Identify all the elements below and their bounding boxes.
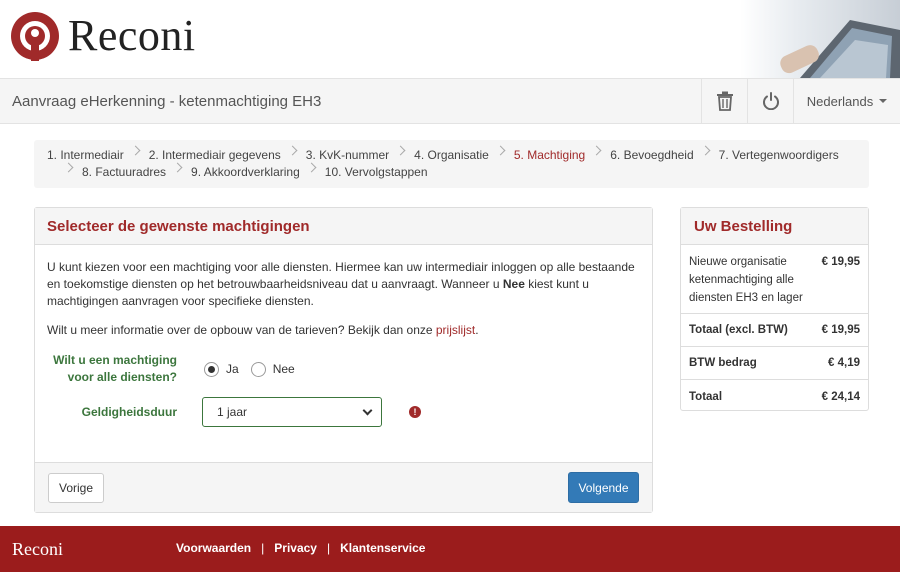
pricing-info-text: Wilt u meer informatie over de opbouw va… [47,323,479,337]
panel-body: U kunt kiezen voor een machtiging voor a… [35,245,652,339]
power-icon [762,92,779,110]
prijslijst-link[interactable]: prijslijst [436,323,475,337]
step-vervolgstappen: 10. Vervolgstappen [324,165,428,179]
previous-button[interactable]: Vorige [48,473,104,503]
machtiging-panel: Selecteer de gewenste machtigingen U kun… [34,207,653,513]
total-amount: € 24,14 [821,390,860,403]
subtotal-row: Totaal (excl. BTW) € 19,95 [681,314,868,347]
duration-select[interactable]: 1 jaar [202,397,382,427]
step-kvk-nummer[interactable]: 3. KvK-nummer [306,147,389,164]
top-header: Reconi [0,0,900,78]
all-services-label: Wilt u een machtiging voor alle diensten… [53,353,177,384]
order-item-description: Nieuwe organisatie ketenmachtiging alle … [689,256,803,304]
footer-separator: | [261,541,265,555]
language-label: Nederlands [806,93,874,109]
footer-link-voorwaarden[interactable]: Voorwaarden [176,541,251,555]
chevron-right-icon [130,145,141,156]
step-factuuradres: 8. Factuuradres [82,165,167,179]
vat-row: BTW bedrag € 4,19 [681,347,868,380]
radio-ja-label[interactable]: Ja [226,362,239,376]
header-photo [740,0,900,78]
footer-links: Voorwaarden | Privacy | Klantenservice [176,541,425,555]
page-title: Aanvraag eHerkenning - ketenmachtiging E… [12,93,322,110]
panel-footer: Vorige Volgende [35,462,652,512]
intro-text: U kunt kiezen voor een machtiging voor a… [47,260,635,308]
chevron-right-icon [591,145,602,156]
steps-row-2: 8. Factuuradres 9. Akkoordverklaring 10.… [47,162,859,181]
step-intermediair[interactable]: 1. Intermediair [47,147,124,164]
step-machtiging[interactable]: 5. Machtiging [514,147,585,164]
chevron-right-icon [306,162,317,173]
steps-row-1: 1. Intermediair 2. Intermediair gegevens… [47,145,859,164]
chevron-down-icon [362,405,373,415]
language-dropdown[interactable]: Nederlands [793,79,900,123]
step-intermediair-gegevens[interactable]: 2. Intermediair gegevens [149,147,281,164]
total-row: Totaal € 24,14 [681,380,868,413]
caret-down-icon [879,99,888,103]
order-item-amount: € 19,95 [821,256,860,268]
step-vertegenwoordigers: 7. Vertegenwoordigers [718,148,839,162]
total-label: Totaal [689,390,723,403]
duration-row: Geldigheidsduur 1 jaar ! [35,397,421,427]
subtotal-amount: € 19,95 [821,324,860,336]
step-organisatie[interactable]: 4. Organisatie [414,147,489,164]
footer-link-privacy[interactable]: Privacy [274,541,317,555]
trash-icon [716,91,733,111]
delete-button[interactable] [701,79,747,123]
step-bevoegdheid: 6. Bevoegdheid [610,148,694,162]
radio-nee-label[interactable]: Nee [273,362,295,376]
radio-ja[interactable] [204,361,219,377]
footer-separator: | [326,541,331,555]
order-item-row: Nieuwe organisatie ketenmachtiging alle … [681,245,868,314]
vat-label: BTW bedrag [689,357,757,369]
all-services-question: Wilt u een machtiging voor alle diensten… [35,352,307,386]
chevron-right-icon [63,162,74,173]
all-services-radio-group: Ja Nee [204,361,307,377]
next-button[interactable]: Volgende [568,472,639,503]
footer-link-klantenservice[interactable]: Klantenservice [340,541,425,555]
brand-name: Reconi [68,11,196,60]
chevron-right-icon [287,145,298,156]
footer-brand: Reconi [12,539,63,559]
page-footer: Reconi Voorwaarden | Privacy | Klantense… [0,526,900,572]
order-summary: Uw Bestelling Nieuwe organisatie ketenma… [680,207,869,411]
logout-button[interactable] [747,79,793,123]
radio-nee[interactable] [250,361,266,377]
brand-logo[interactable]: Reconi [10,10,196,61]
chevron-right-icon [395,145,406,156]
order-title: Uw Bestelling [681,208,868,245]
panel-title: Selecteer de gewenste machtigingen [35,208,652,245]
duration-label: Geldigheidsduur [81,404,177,419]
duration-value: 1 jaar [217,405,248,419]
vat-amount: € 4,19 [828,357,860,369]
progress-steps: 1. Intermediair 2. Intermediair gegevens… [34,140,869,188]
sub-header: Aanvraag eHerkenning - ketenmachtiging E… [0,78,900,124]
info-icon[interactable]: ! [409,406,421,418]
reconi-logo-icon [11,11,59,61]
step-akkoordverklaring: 9. Akkoordverklaring [191,165,300,179]
chevron-right-icon [172,162,183,173]
chevron-right-icon [700,145,711,156]
subtotal-label: Totaal (excl. BTW) [689,324,788,336]
chevron-right-icon [495,145,506,156]
header-actions: Nederlands [701,79,900,123]
